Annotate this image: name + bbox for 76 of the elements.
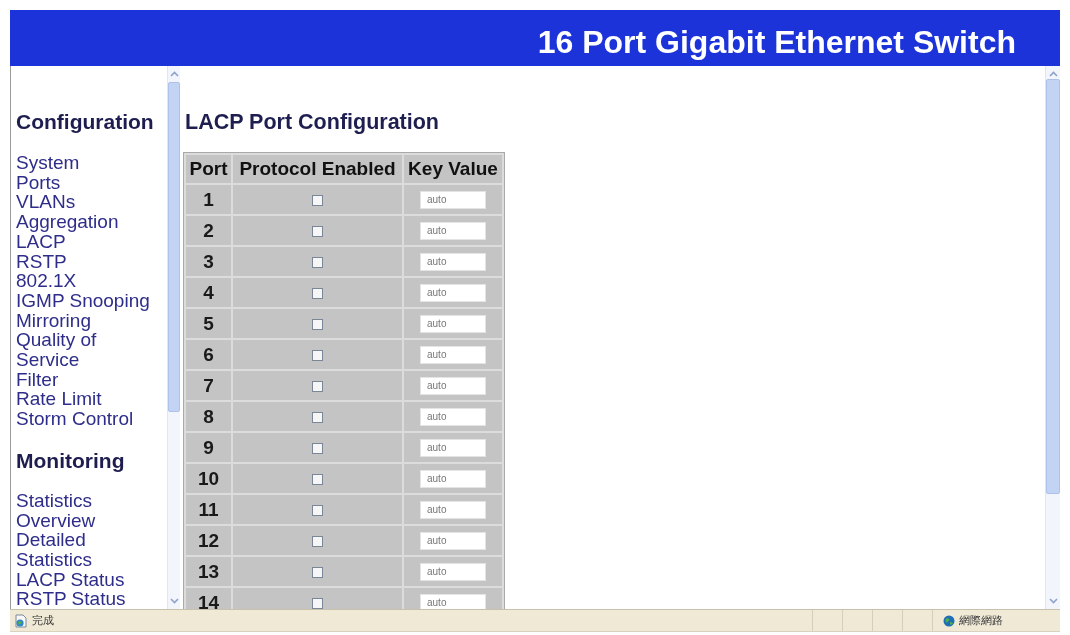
checkbox[interactable] [312,597,323,609]
nav-link[interactable]: VLANs [16,192,76,213]
checkbox[interactable] [312,442,323,454]
port-number-cell: 7 [186,371,231,400]
nav-link[interactable]: Storm Control [16,409,134,429]
key-value-field[interactable]: auto [420,283,486,302]
column-header: Port [186,155,231,183]
checkbox[interactable] [312,380,323,392]
nav-link[interactable]: Detailed Statistics [16,530,156,570]
scrollbar-thumb[interactable] [168,82,180,412]
port-number-cell: 4 [186,278,231,307]
key-value-field[interactable]: auto [420,376,486,395]
caret-up-icon[interactable] [1048,71,1058,77]
checkbox[interactable] [312,225,323,237]
page-icon [14,613,28,628]
section-heading: Configuration [16,110,155,134]
nav-link[interactable]: IGMP Snooping [16,290,150,311]
checkbox[interactable] [312,194,323,206]
nav-link[interactable]: Statistics Overview [16,490,156,531]
checkbox[interactable] [312,473,323,485]
port-number-cell: 8 [186,402,231,431]
checkbox[interactable] [312,411,323,423]
port-number-cell: 13 [186,557,231,586]
page-heading: LACP Port Configuration [185,110,440,134]
page-title: 16 Port Gigabit Ethernet Switch [537,24,1016,60]
port-number-cell: 14 [186,588,231,609]
key-value-field[interactable]: auto [420,531,486,550]
status-text: 完成 [32,613,54,628]
key-value-field[interactable]: auto [420,562,486,581]
scrollbar-thumb[interactable] [1046,79,1060,494]
checkbox[interactable] [312,566,323,578]
zone-text: 網際網路 [959,613,1003,628]
column-header: Key Value [404,155,502,183]
checkbox[interactable] [312,535,323,547]
checkbox[interactable] [312,318,323,330]
port-number-cell: 3 [186,247,231,276]
key-value-field[interactable]: auto [420,407,486,426]
key-value-field[interactable]: auto [420,500,486,519]
key-value-field[interactable]: auto [420,314,486,333]
globe-icon [943,614,955,627]
key-value-field[interactable]: auto [420,252,486,271]
nav-link[interactable]: Quality of Service [16,330,156,370]
nav-link[interactable]: Rate Limit [16,389,102,410]
key-value-field[interactable]: auto [420,190,486,209]
checkbox[interactable] [312,349,323,361]
nav-link[interactable]: LACP Status [16,569,125,590]
port-number-cell: 9 [186,433,231,462]
caret-down-icon[interactable] [1048,598,1058,604]
nav-link[interactable]: 802.1X [16,271,77,291]
caret-up-icon[interactable] [169,71,179,77]
nav-link[interactable]: Aggregation [16,212,119,232]
nav-link[interactable]: Filter [16,369,59,390]
port-number-cell: 6 [186,340,231,369]
key-value-field[interactable]: auto [420,469,486,488]
key-value-field[interactable]: auto [420,438,486,457]
port-number-cell: 11 [186,495,231,524]
nav-link[interactable]: System [16,153,80,173]
nav-link[interactable]: RSTP Status [16,589,126,609]
nav-link[interactable]: Ports [16,172,61,193]
nav-link[interactable]: RSTP [16,251,67,272]
checkbox[interactable] [312,256,323,268]
key-value-field[interactable]: auto [420,345,486,364]
port-number-cell: 1 [186,185,231,214]
port-number-cell: 2 [186,216,231,245]
caret-down-icon[interactable] [169,598,179,604]
column-header: Protocol Enabled [233,155,402,183]
port-number-cell: 5 [186,309,231,338]
checkbox[interactable] [312,287,323,299]
section-heading: Monitoring [16,448,126,473]
key-value-field[interactable]: auto [420,593,486,609]
nav-link[interactable]: Mirroring [16,310,91,331]
key-value-field[interactable]: auto [420,221,486,240]
checkbox[interactable] [312,504,323,516]
port-number-cell: 10 [186,464,231,493]
port-number-cell: 12 [186,526,231,555]
nav-link[interactable]: LACP [16,231,66,252]
